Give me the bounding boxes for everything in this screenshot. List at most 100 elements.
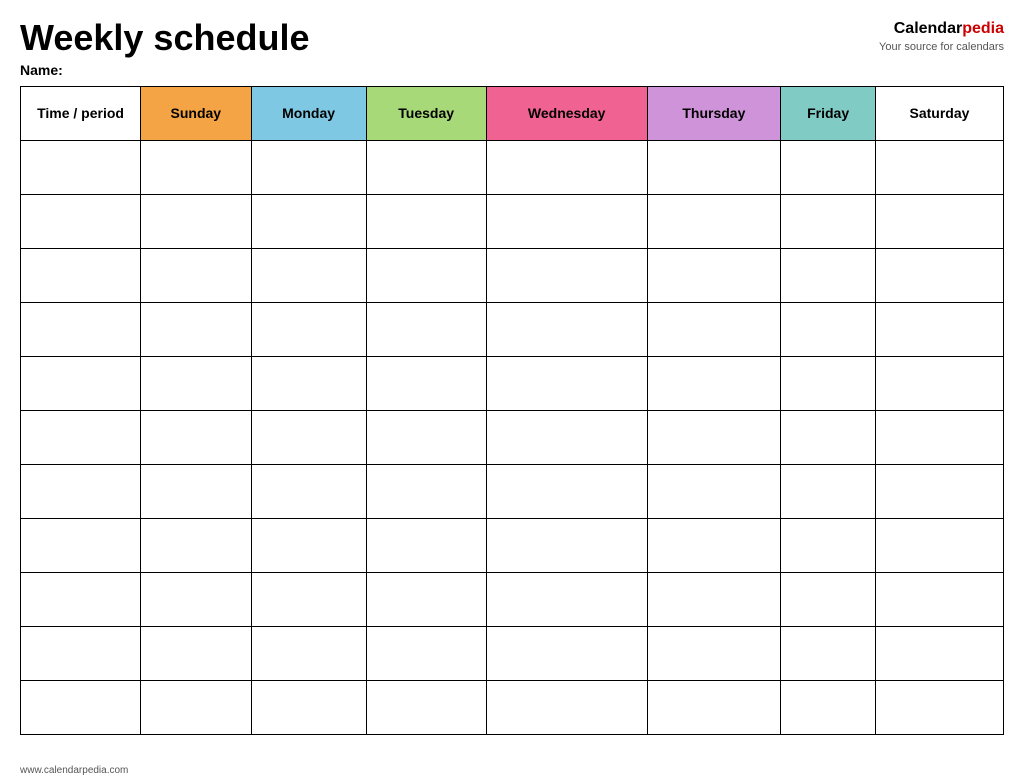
table-cell[interactable]: [366, 518, 486, 572]
table-cell[interactable]: [875, 410, 1003, 464]
table-cell[interactable]: [366, 356, 486, 410]
table-cell[interactable]: [875, 302, 1003, 356]
table-cell[interactable]: [251, 194, 366, 248]
table-cell[interactable]: [141, 518, 252, 572]
table-cell[interactable]: [366, 194, 486, 248]
table-cell[interactable]: [141, 626, 252, 680]
table-cell[interactable]: [21, 410, 141, 464]
table-cell[interactable]: [875, 140, 1003, 194]
table-cell[interactable]: [647, 572, 781, 626]
table-row: [21, 518, 1004, 572]
table-cell[interactable]: [647, 464, 781, 518]
table-cell[interactable]: [781, 302, 876, 356]
table-cell[interactable]: [366, 410, 486, 464]
header-row: Time / period Sunday Monday Tuesday Wedn…: [21, 86, 1004, 140]
table-cell[interactable]: [141, 572, 252, 626]
table-cell[interactable]: [251, 518, 366, 572]
table-cell[interactable]: [647, 248, 781, 302]
table-cell[interactable]: [21, 626, 141, 680]
table-cell[interactable]: [486, 626, 647, 680]
table-cell[interactable]: [251, 410, 366, 464]
table-cell[interactable]: [647, 140, 781, 194]
table-cell[interactable]: [781, 140, 876, 194]
table-cell[interactable]: [21, 302, 141, 356]
table-cell[interactable]: [251, 626, 366, 680]
table-cell[interactable]: [366, 302, 486, 356]
table-cell[interactable]: [251, 572, 366, 626]
table-cell[interactable]: [875, 194, 1003, 248]
brand-calendar: Calendar: [894, 20, 962, 37]
table-cell[interactable]: [21, 680, 141, 734]
col-header-saturday: Saturday: [875, 86, 1003, 140]
table-cell[interactable]: [486, 410, 647, 464]
table-cell[interactable]: [781, 194, 876, 248]
table-cell[interactable]: [366, 140, 486, 194]
table-cell[interactable]: [366, 248, 486, 302]
table-cell[interactable]: [21, 248, 141, 302]
table-cell[interactable]: [875, 518, 1003, 572]
table-cell[interactable]: [486, 464, 647, 518]
table-cell[interactable]: [647, 194, 781, 248]
table-cell[interactable]: [251, 464, 366, 518]
table-cell[interactable]: [486, 518, 647, 572]
table-cell[interactable]: [141, 356, 252, 410]
table-cell[interactable]: [781, 410, 876, 464]
table-cell[interactable]: [647, 302, 781, 356]
table-cell[interactable]: [141, 302, 252, 356]
footer: www.calendarpedia.com: [20, 765, 128, 776]
table-cell[interactable]: [251, 248, 366, 302]
table-row: [21, 302, 1004, 356]
table-cell[interactable]: [486, 302, 647, 356]
table-cell[interactable]: [647, 680, 781, 734]
table-cell[interactable]: [647, 356, 781, 410]
table-cell[interactable]: [141, 680, 252, 734]
table-cell[interactable]: [486, 194, 647, 248]
table-cell[interactable]: [366, 626, 486, 680]
table-cell[interactable]: [781, 356, 876, 410]
table-cell[interactable]: [366, 572, 486, 626]
table-row: [21, 572, 1004, 626]
table-cell[interactable]: [781, 518, 876, 572]
table-cell[interactable]: [781, 464, 876, 518]
table-cell[interactable]: [875, 464, 1003, 518]
table-cell[interactable]: [141, 194, 252, 248]
table-cell[interactable]: [486, 680, 647, 734]
table-cell[interactable]: [21, 194, 141, 248]
table-cell[interactable]: [141, 464, 252, 518]
table-cell[interactable]: [486, 140, 647, 194]
table-cell[interactable]: [647, 626, 781, 680]
table-cell[interactable]: [366, 680, 486, 734]
table-cell[interactable]: [647, 518, 781, 572]
header-area: Weekly schedule Calendarpedia Your sourc…: [20, 18, 1004, 58]
table-cell[interactable]: [141, 248, 252, 302]
table-cell[interactable]: [781, 248, 876, 302]
table-cell[interactable]: [21, 356, 141, 410]
table-cell[interactable]: [251, 680, 366, 734]
table-cell[interactable]: [781, 626, 876, 680]
footer-url: www.calendarpedia.com: [20, 765, 128, 776]
table-cell[interactable]: [251, 356, 366, 410]
table-cell[interactable]: [251, 140, 366, 194]
table-cell[interactable]: [21, 464, 141, 518]
table-row: [21, 248, 1004, 302]
table-cell[interactable]: [647, 410, 781, 464]
table-cell[interactable]: [875, 572, 1003, 626]
table-cell[interactable]: [366, 464, 486, 518]
table-cell[interactable]: [141, 410, 252, 464]
table-cell[interactable]: [21, 140, 141, 194]
col-header-tuesday: Tuesday: [366, 86, 486, 140]
table-cell[interactable]: [486, 248, 647, 302]
table-cell[interactable]: [875, 626, 1003, 680]
col-header-sunday: Sunday: [141, 86, 252, 140]
table-cell[interactable]: [875, 248, 1003, 302]
table-cell[interactable]: [141, 140, 252, 194]
table-cell[interactable]: [486, 572, 647, 626]
table-cell[interactable]: [781, 680, 876, 734]
table-cell[interactable]: [875, 680, 1003, 734]
table-cell[interactable]: [875, 356, 1003, 410]
table-cell[interactable]: [486, 356, 647, 410]
table-cell[interactable]: [21, 572, 141, 626]
table-cell[interactable]: [781, 572, 876, 626]
table-cell[interactable]: [21, 518, 141, 572]
table-cell[interactable]: [251, 302, 366, 356]
